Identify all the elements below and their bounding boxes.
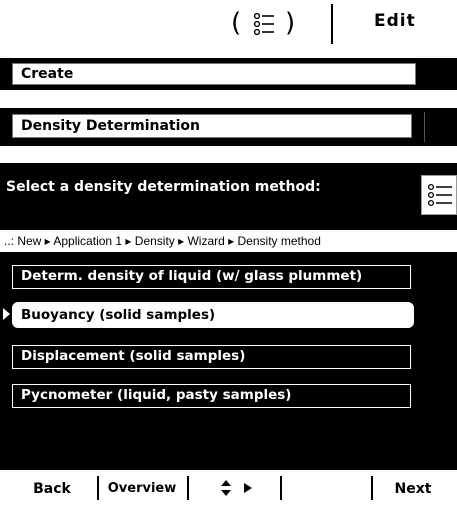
option-pycnometer[interactable]: Pycnometer (liquid, pasty samples) [12,384,411,408]
create-field[interactable]: Create [12,63,416,85]
density-determination-field[interactable]: Density Determination [12,114,412,138]
overview-button[interactable]: Overview [100,479,184,499]
triangle-right-icon [244,483,253,493]
option-liquid-glass-plummet[interactable]: Determ. density of liquid (w/ glass plum… [12,265,411,289]
next-button[interactable]: Next [380,479,446,499]
softkey-divider [280,476,282,500]
list-icon [427,183,452,207]
option-buoyancy[interactable]: Buoyancy (solid samples) [12,302,414,328]
option-displacement[interactable]: Displacement (solid samples) [12,345,411,369]
bar-divider [424,112,425,142]
list-menu-button[interactable] [250,8,278,40]
softkey-divider [371,476,373,500]
softkey-bar: Back Overview Next [0,470,457,506]
top-divider [331,4,333,44]
panel-menu-button[interactable] [421,175,457,215]
triangle-right-icon [3,308,10,320]
method-panel: Select a density determination method: .… [0,163,457,470]
updown-arrow-icon [220,480,231,496]
softkey-divider [187,476,189,500]
method-prompt: Select a density determination method: [6,179,321,195]
edit-button[interactable]: Edit [374,11,416,31]
open-paren: ( [231,8,242,38]
softkey-divider [97,476,99,500]
list-icon [253,12,274,36]
top-bar: ( ) Edit [0,0,457,50]
breadcrumb: ..: New ▸ Application 1 ▸ Density ▸ Wiza… [0,230,457,252]
close-paren: ) [285,8,296,38]
back-button[interactable]: Back [20,479,84,499]
navigate-button[interactable] [196,478,276,498]
